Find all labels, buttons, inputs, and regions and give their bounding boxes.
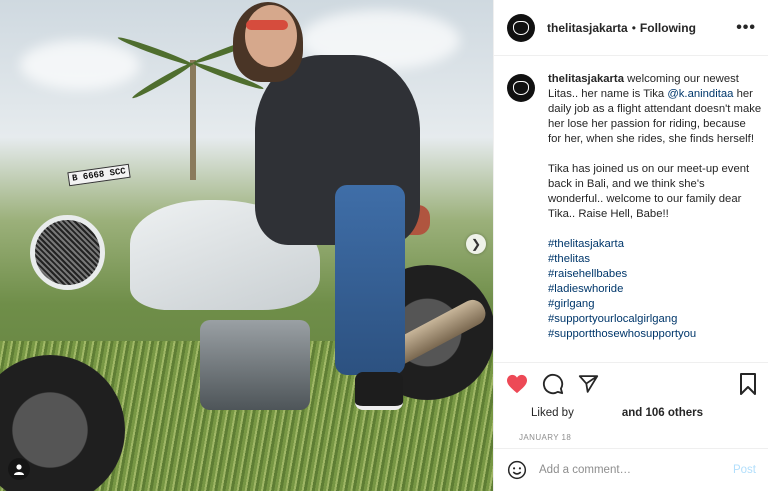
liked-by-label: Liked by	[531, 407, 574, 419]
post-actions: Liked by and 106 others JANUARY 18	[494, 362, 768, 442]
carousel-next-button[interactable]: ❯	[466, 234, 486, 254]
rider-face	[245, 5, 297, 67]
cloud	[20, 40, 140, 90]
headlight	[30, 215, 105, 290]
action-icons	[506, 371, 757, 397]
license-plate: B 6668 SCC	[67, 163, 131, 187]
post-button[interactable]: Post	[733, 464, 756, 476]
chevron-right-icon: ❯	[470, 237, 482, 251]
avatar[interactable]	[507, 13, 535, 42]
comment-input[interactable]	[539, 464, 733, 476]
palm-leaf	[130, 60, 195, 101]
following-button[interactable]: Following	[640, 21, 696, 35]
post-date[interactable]: JANUARY 18	[519, 433, 757, 442]
likes-summary: Liked by and 106 others	[506, 407, 757, 419]
hashtag-link[interactable]: #supportthosewhosupportyou	[548, 327, 762, 342]
post-details-panel: thelitasjakarta • Following ••• thelitas…	[493, 0, 768, 491]
bull-logo-icon	[513, 81, 529, 95]
hashtag-link[interactable]: #thelitas	[548, 252, 762, 267]
more-horizontal-icon[interactable]: •••	[736, 19, 756, 37]
rider-sunglasses	[246, 20, 288, 30]
share-icon[interactable]	[578, 374, 599, 394]
engine	[200, 320, 310, 410]
emoji-icon[interactable]	[507, 460, 527, 480]
mention-link[interactable]: @k.aninditaa	[667, 88, 733, 100]
post-header: thelitasjakarta • Following •••	[494, 0, 768, 56]
caption: thelitasjakarta welcoming our newest Lit…	[507, 72, 762, 342]
hashtag-link[interactable]: #girlgang	[548, 297, 762, 312]
post-photo[interactable]: B 6668 SCC ❯	[0, 0, 493, 491]
caption-paragraph: Tika has joined us on our meet-up event …	[548, 163, 750, 220]
comment-bar: Post	[494, 448, 768, 491]
likes-count-link[interactable]: and 106 others	[622, 407, 703, 419]
separator-dot: •	[631, 20, 636, 35]
caption-body: thelitasjakarta welcoming our newest Lit…	[548, 72, 762, 342]
rider-jeans	[335, 185, 405, 375]
hashtag-link[interactable]: #supportyourlocalgirlgang	[548, 312, 762, 327]
user-icon	[14, 464, 24, 475]
comment-icon[interactable]	[542, 373, 564, 395]
hashtag-link[interactable]: #thelitasjakarta	[548, 237, 762, 252]
palm-trunk	[190, 60, 196, 180]
caption-avatar[interactable]	[507, 74, 535, 102]
caption-username[interactable]: thelitasjakarta	[548, 73, 624, 85]
rider-shoe	[355, 372, 403, 410]
hashtag-link[interactable]: #ladieswhoride	[548, 282, 762, 297]
hashtag-list: #thelitasjakarta #thelitas #raisehellbab…	[548, 237, 762, 342]
bull-logo-icon	[513, 20, 529, 35]
hashtag-link[interactable]: #raisehellbabes	[548, 267, 762, 282]
heart-icon[interactable]	[506, 374, 528, 394]
tagged-users-button[interactable]	[8, 458, 30, 480]
header-username[interactable]: thelitasjakarta	[547, 21, 628, 35]
bookmark-icon[interactable]	[739, 373, 757, 395]
